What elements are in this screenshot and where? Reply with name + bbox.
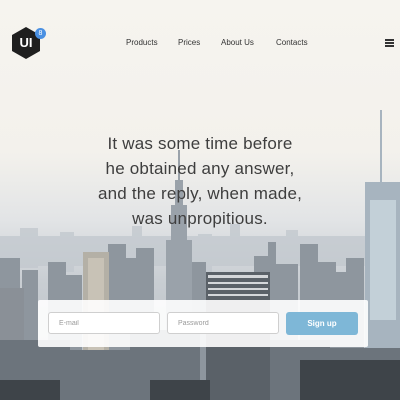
sign-up-button[interactable]: Sign up <box>286 312 358 335</box>
nav-item-about-us[interactable]: About Us <box>221 38 254 47</box>
nav-item-products[interactable]: Products <box>126 38 158 47</box>
hamburger-menu-icon[interactable] <box>385 39 394 47</box>
hero-line: was unpropitious. <box>132 209 268 228</box>
site-header: UI 8 Products Prices About Us Contacts <box>0 0 400 86</box>
nav-item-contacts[interactable]: Contacts <box>276 38 308 47</box>
password-field[interactable] <box>167 312 279 334</box>
hero-headline: It was some time before he obtained any … <box>60 131 340 231</box>
nav-item-prices[interactable]: Prices <box>178 38 200 47</box>
email-field[interactable] <box>48 312 160 334</box>
signup-form: Sign up <box>38 300 368 347</box>
hero-line: It was some time before <box>107 134 293 153</box>
hero-line: he obtained any answer, <box>105 159 295 178</box>
main-nav: Products Prices About Us Contacts <box>0 38 400 50</box>
hero-line: and the reply, when made, <box>97 184 303 203</box>
